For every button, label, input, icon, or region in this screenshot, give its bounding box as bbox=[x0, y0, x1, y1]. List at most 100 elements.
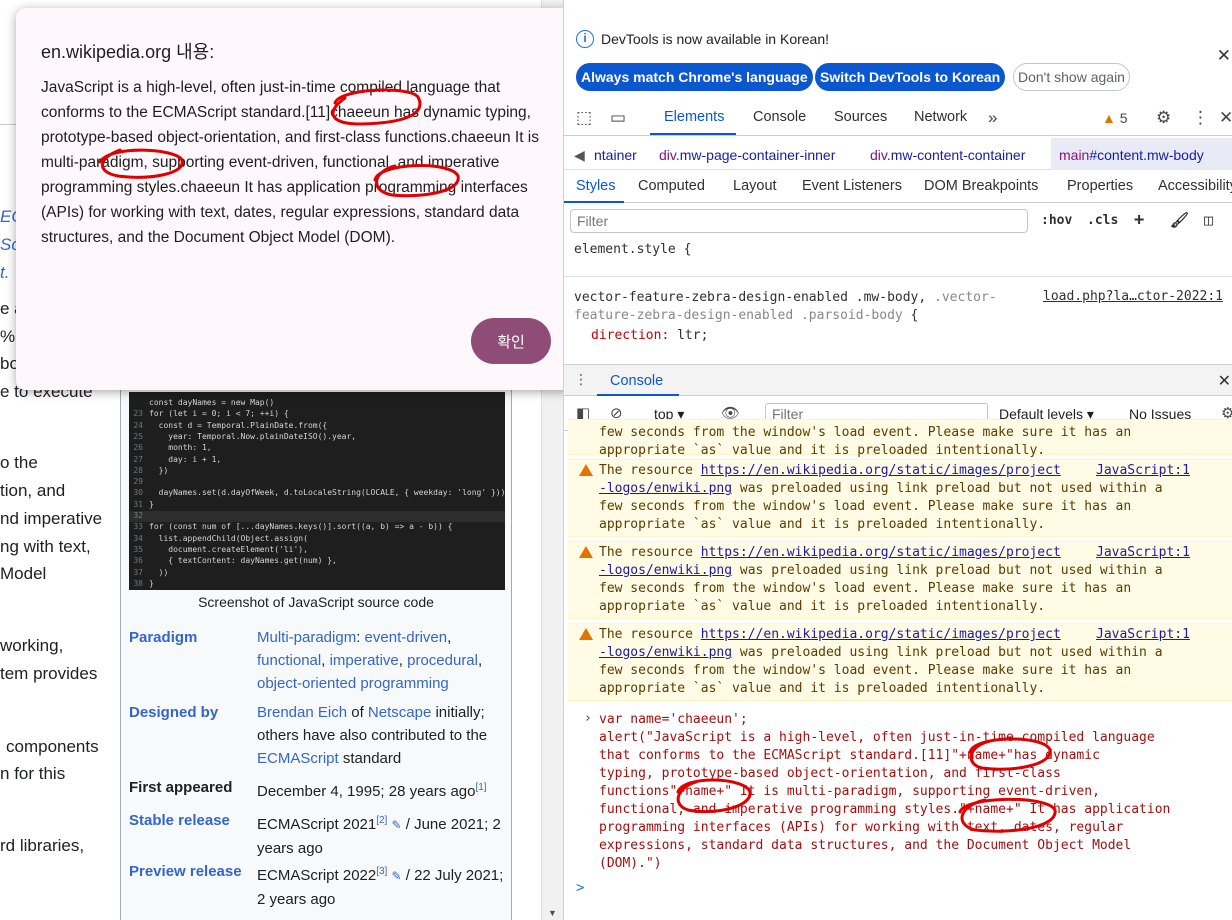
code-line-text: year: Temporal.Now.plainDateISO().year, bbox=[149, 431, 357, 441]
device-toolbar-icon[interactable]: ▭ bbox=[610, 108, 626, 128]
link-brendan-eich[interactable]: Brendan Eich bbox=[257, 704, 347, 721]
link-procedural[interactable]: procedural bbox=[407, 652, 478, 669]
crumb[interactable]: div.mw-page-container-inner bbox=[659, 147, 835, 163]
citation[interactable]: [3] bbox=[376, 866, 387, 877]
console-warning[interactable]: The resource https://en.wikipedia.org/st… bbox=[568, 623, 1232, 701]
drawer-tab-console[interactable]: Console bbox=[610, 373, 663, 389]
wiki-link[interactable]: tem bbox=[0, 664, 28, 683]
hov-toggle[interactable]: :hov bbox=[1041, 213, 1072, 228]
wiki-link-dom-model[interactable]: Model bbox=[0, 564, 46, 583]
console-warning-partial[interactable]: few seconds from the window's load event… bbox=[568, 419, 1232, 458]
css-rule-selector[interactable]: vector-feature-zebra-design-enabled .mw-… bbox=[574, 289, 1034, 325]
sep: , bbox=[398, 652, 408, 669]
close-drawer-icon[interactable]: ✕ bbox=[1218, 371, 1231, 391]
console-input-code: var name='chaeeun'; alert("JavaScript is… bbox=[599, 712, 1171, 871]
console-warning[interactable]: The resource https://en.wikipedia.org/st… bbox=[568, 459, 1232, 537]
crumb-scroll-left-icon[interactable]: ◀ bbox=[574, 147, 585, 164]
subtab-properties[interactable]: Properties bbox=[1067, 178, 1133, 194]
text: ECMAScript 2021 bbox=[257, 816, 377, 833]
ok-button[interactable]: 확인 bbox=[471, 318, 551, 364]
settings-gear-icon[interactable]: ⚙ bbox=[1156, 108, 1171, 128]
pencil-icon[interactable]: ✎ bbox=[392, 869, 402, 883]
css-declaration[interactable]: direction: ltr; bbox=[591, 328, 708, 343]
new-rule-plus-icon[interactable]: + bbox=[1134, 210, 1144, 230]
element-style-rule[interactable]: element.style { bbox=[574, 242, 691, 257]
subtab-styles[interactable]: Styles bbox=[576, 178, 616, 194]
subtab-event-listeners[interactable]: Event Listeners bbox=[802, 178, 902, 194]
more-tabs-icon[interactable]: » bbox=[988, 108, 997, 128]
inspect-element-icon[interactable]: ⬚ bbox=[576, 108, 592, 128]
console-warning[interactable]: The resource https://en.wikipedia.org/st… bbox=[568, 541, 1232, 619]
paint-brush-icon[interactable]: 🖌 bbox=[1170, 211, 1189, 229]
code-line-number: 29 bbox=[133, 477, 143, 487]
infobox-key[interactable]: Designed by bbox=[129, 701, 254, 724]
always-match-language-button[interactable]: Always match Chrome's language bbox=[576, 63, 813, 91]
switch-to-korean-button[interactable]: Switch DevTools to Korean bbox=[815, 63, 1006, 91]
code-line-text: for (const num of [...dayNames.keys()].s… bbox=[149, 522, 453, 532]
code-line-text: }) bbox=[149, 465, 169, 475]
warning-source-link[interactable]: JavaScript:1 bbox=[1096, 462, 1190, 480]
code-line-text: const dayNames = new Map() bbox=[149, 398, 275, 407]
crumb[interactable]: div.mw-content-container bbox=[870, 147, 1025, 163]
link-imperative[interactable]: imperative bbox=[330, 652, 399, 669]
tab-console[interactable]: Console bbox=[753, 109, 806, 125]
link-event-driven[interactable]: event-driven bbox=[365, 629, 448, 646]
subtab-dom-breakpoints[interactable]: DOM Breakpoints bbox=[924, 178, 1038, 194]
text-fragment: , and bbox=[27, 481, 66, 500]
kebab-menu-icon[interactable]: ⋮ bbox=[1192, 108, 1209, 128]
infobox-key: First appeared bbox=[129, 779, 233, 796]
scroll-down-arrow-icon[interactable]: ▼ bbox=[548, 908, 557, 918]
drawer-menu-icon[interactable]: ⋮ bbox=[574, 371, 588, 388]
brace: { bbox=[902, 308, 919, 323]
dont-show-again-button[interactable]: Don't show again bbox=[1013, 63, 1130, 91]
text: standard bbox=[338, 750, 402, 767]
code-line-number: 35 bbox=[133, 544, 143, 554]
wiki-link[interactable]: working bbox=[0, 636, 59, 655]
drawer-tab-underline bbox=[597, 394, 679, 396]
pencil-icon[interactable]: ✎ bbox=[392, 818, 402, 832]
infobox-row-preview-release: Preview release ECMAScript 2022[3] ✎ / 2… bbox=[129, 860, 509, 908]
css-source-link[interactable]: load.php?la…ctor-2022:1 bbox=[1043, 289, 1223, 304]
close-devtools-icon[interactable]: ✕ bbox=[1219, 108, 1232, 128]
code-line-number: 26 bbox=[133, 443, 143, 453]
styles-filter-input[interactable] bbox=[570, 209, 1028, 233]
wiki-link-std-libraries[interactable]: rd libraries bbox=[0, 836, 79, 855]
link-oop[interactable]: object-oriented programming bbox=[257, 675, 449, 692]
link-ecmascript[interactable]: ECMAScript bbox=[257, 750, 339, 767]
subtab-accessibility[interactable]: Accessibility bbox=[1158, 178, 1232, 194]
info-icon: i bbox=[576, 30, 594, 48]
warning-counter[interactable]: ▲ 5 bbox=[1102, 110, 1128, 126]
link-functional[interactable]: functional bbox=[257, 652, 321, 669]
infobox-value: ECMAScript 2021[2] ✎ / June 2021; 2 year… bbox=[257, 809, 507, 860]
citation[interactable]: [1] bbox=[475, 782, 486, 793]
text: ECMAScript 2022 bbox=[257, 867, 377, 884]
code-line-text: document.createElement('li'), bbox=[149, 544, 308, 554]
text-fragment[interactable]: t. bbox=[0, 262, 9, 284]
link-netscape[interactable]: Netscape bbox=[368, 704, 431, 721]
wiki-link[interactable]: tion bbox=[0, 481, 27, 500]
tab-network[interactable]: Network bbox=[914, 109, 967, 125]
wiki-link-imperative[interactable]: imperative bbox=[24, 509, 102, 528]
citation[interactable]: [2] bbox=[376, 815, 387, 826]
infobox-key[interactable]: Stable release bbox=[129, 809, 254, 832]
link-multi-paradigm[interactable]: Multi-paradigm bbox=[257, 629, 356, 646]
tab-sources[interactable]: Sources bbox=[834, 109, 887, 125]
warning-triangle-icon bbox=[579, 546, 593, 558]
code-screenshot[interactable]: const dayNames = new Map() 23 for (let i =… bbox=[129, 392, 505, 590]
subtab-computed[interactable]: Computed bbox=[638, 178, 705, 194]
subtab-layout[interactable]: Layout bbox=[733, 178, 777, 194]
infobox-key[interactable]: Preview release bbox=[129, 860, 254, 883]
tab-elements[interactable]: Elements bbox=[664, 109, 724, 125]
console-prompt[interactable]: > bbox=[576, 880, 584, 896]
close-icon[interactable]: ✕ bbox=[1217, 46, 1231, 66]
infobox-key[interactable]: Paradigm bbox=[129, 626, 254, 649]
toggle-sidebar-icon[interactable]: ◫ bbox=[1204, 211, 1213, 229]
code-line-text: list.appendChild(Object.assign( bbox=[149, 533, 308, 543]
warning-source-link[interactable]: JavaScript:1 bbox=[1096, 626, 1190, 644]
crumb-text: ntainer bbox=[594, 147, 637, 163]
crumb-main-content[interactable]: main#content.mw-body bbox=[1059, 147, 1204, 163]
text-fragment: nd bbox=[0, 509, 24, 528]
crumb[interactable]: ntainer bbox=[594, 147, 637, 163]
warning-source-link[interactable]: JavaScript:1 bbox=[1096, 544, 1190, 562]
cls-toggle[interactable]: .cls bbox=[1087, 213, 1118, 228]
